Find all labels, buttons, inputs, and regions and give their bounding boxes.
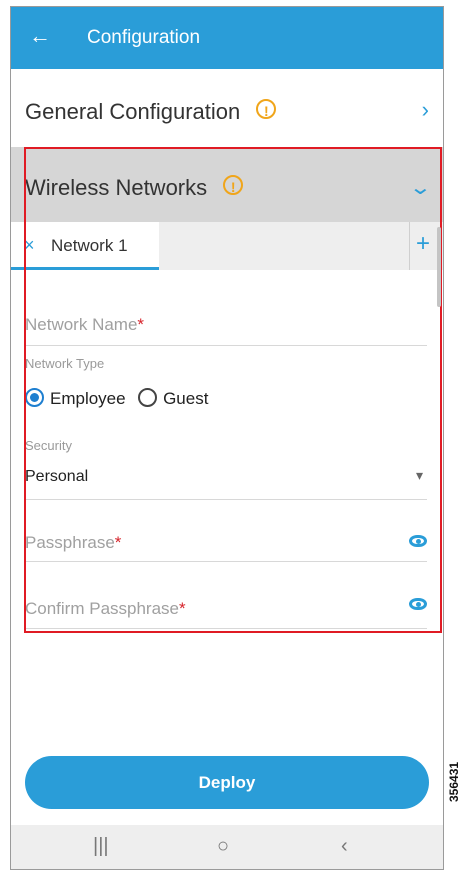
app-bar: ← Configuration [11,7,443,69]
system-nav-bar: ||| ○ ‹ [11,825,443,869]
scrollbar[interactable] [437,227,441,307]
warning-icon: ! [256,99,277,119]
figure-id: 356431 [447,761,461,802]
phone-screen: ← Configuration General Configuration ! … [10,6,444,870]
section-label: General Configuration ! [25,99,277,125]
back-arrow-icon[interactable]: ← [29,24,51,48]
back-nav-icon[interactable]: ‹ [341,835,348,858]
deploy-button[interactable]: Deploy [25,756,429,809]
chevron-right-icon: › [421,97,429,122]
recents-icon[interactable]: ||| [93,835,109,858]
home-icon[interactable]: ○ [217,835,229,858]
app-title: Configuration [87,27,201,48]
section-general-configuration[interactable]: General Configuration ! › [11,69,443,147]
highlight-box [24,147,442,633]
